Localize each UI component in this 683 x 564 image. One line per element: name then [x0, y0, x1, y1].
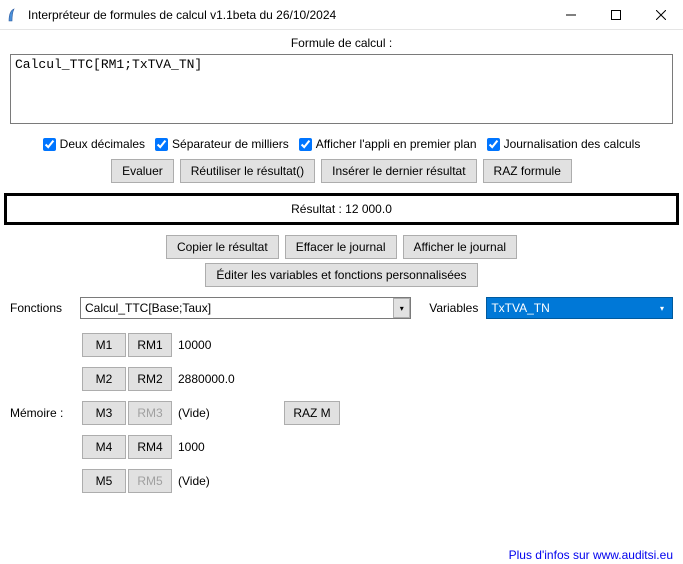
fonctions-combobox[interactable]: Calcul_TTC[Base;Taux] ▾ [80, 297, 411, 319]
memory-value-m3: (Vide) [174, 406, 264, 420]
maximize-button[interactable] [593, 0, 638, 30]
checkbox-journalisation[interactable]: Journalisation des calculs [487, 137, 641, 151]
fonctions-label: Fonctions [10, 301, 72, 315]
evaluer-button[interactable]: Evaluer [111, 159, 174, 183]
memory-recall-button-rm4[interactable]: RM4 [128, 435, 172, 459]
effacer-journal-button[interactable]: Effacer le journal [285, 235, 397, 259]
copier-resultat-button[interactable]: Copier le résultat [166, 235, 279, 259]
inserer-button[interactable]: Insérer le dernier résultat [321, 159, 476, 183]
checkbox-separateur-milliers[interactable]: Séparateur de milliers [155, 137, 289, 151]
editer-variables-button[interactable]: Éditer les variables et fonctions person… [205, 263, 477, 287]
titlebar: Interpréteur de formules de calcul v1.1b… [0, 0, 683, 30]
chevron-down-icon: ▾ [653, 299, 670, 317]
checkbox-label: Afficher l'appli en premier plan [316, 137, 477, 151]
checkbox-plan-input[interactable] [299, 138, 312, 151]
memory-store-button-m2[interactable]: M2 [82, 367, 126, 391]
checkbox-journal-input[interactable] [487, 138, 500, 151]
checkbox-label: Séparateur de milliers [172, 137, 289, 151]
memory-recall-button-rm3: RM3 [128, 401, 172, 425]
memory-store-button-m5[interactable]: M5 [82, 469, 126, 493]
chevron-down-icon: ▾ [393, 298, 410, 318]
memoire-label: Mémoire : [10, 406, 82, 420]
memory-value-m1: 10000 [174, 338, 264, 352]
footer-link[interactable]: Plus d'infos sur www.auditsi.eu [509, 548, 673, 562]
memory-value-m5: (Vide) [174, 474, 264, 488]
variables-label: Variables [429, 301, 478, 315]
memory-recall-button-rm5: RM5 [128, 469, 172, 493]
minimize-button[interactable] [548, 0, 593, 30]
options-row: Deux décimales Séparateur de milliers Af… [10, 137, 673, 151]
result-prefix: Résultat : [291, 202, 345, 216]
memory-grid: M1RM110000M2RM22880000.0Mémoire :M3RM3(V… [10, 333, 673, 493]
checkbox-label: Deux décimales [60, 137, 145, 151]
memory-store-button-m3[interactable]: M3 [82, 401, 126, 425]
memory-recall-button-rm1[interactable]: RM1 [128, 333, 172, 357]
formula-label: Formule de calcul : [10, 36, 673, 50]
memory-store-button-m4[interactable]: M4 [82, 435, 126, 459]
checkbox-deux-decimales[interactable]: Deux décimales [43, 137, 145, 151]
variables-value: TxTVA_TN [491, 301, 549, 315]
result-display: Résultat : 12 000.0 [4, 193, 679, 225]
close-button[interactable] [638, 0, 683, 30]
memory-value-m4: 1000 [174, 440, 264, 454]
app-icon [6, 7, 22, 23]
result-value: 12 000.0 [345, 202, 392, 216]
memory-store-button-m1[interactable]: M1 [82, 333, 126, 357]
memory-recall-button-rm2[interactable]: RM2 [128, 367, 172, 391]
memory-value-m2: 2880000.0 [174, 372, 264, 386]
variables-combobox[interactable]: TxTVA_TN ▾ [486, 297, 673, 319]
checkbox-label: Journalisation des calculs [504, 137, 641, 151]
afficher-journal-button[interactable]: Afficher le journal [403, 235, 518, 259]
fonctions-value: Calcul_TTC[Base;Taux] [85, 301, 211, 315]
checkbox-separateur-input[interactable] [155, 138, 168, 151]
checkbox-deux-decimales-input[interactable] [43, 138, 56, 151]
window-title: Interpréteur de formules de calcul v1.1b… [28, 8, 548, 22]
reutiliser-button[interactable]: Réutiliser le résultat() [180, 159, 315, 183]
memory-row-extra: RAZ M [264, 401, 673, 425]
formula-input[interactable]: Calcul_TTC[RM1;TxTVA_TN] [10, 54, 673, 124]
checkbox-premier-plan[interactable]: Afficher l'appli en premier plan [299, 137, 477, 151]
raz-memoire-button[interactable]: RAZ M [284, 401, 340, 425]
raz-formule-button[interactable]: RAZ formule [483, 159, 572, 183]
